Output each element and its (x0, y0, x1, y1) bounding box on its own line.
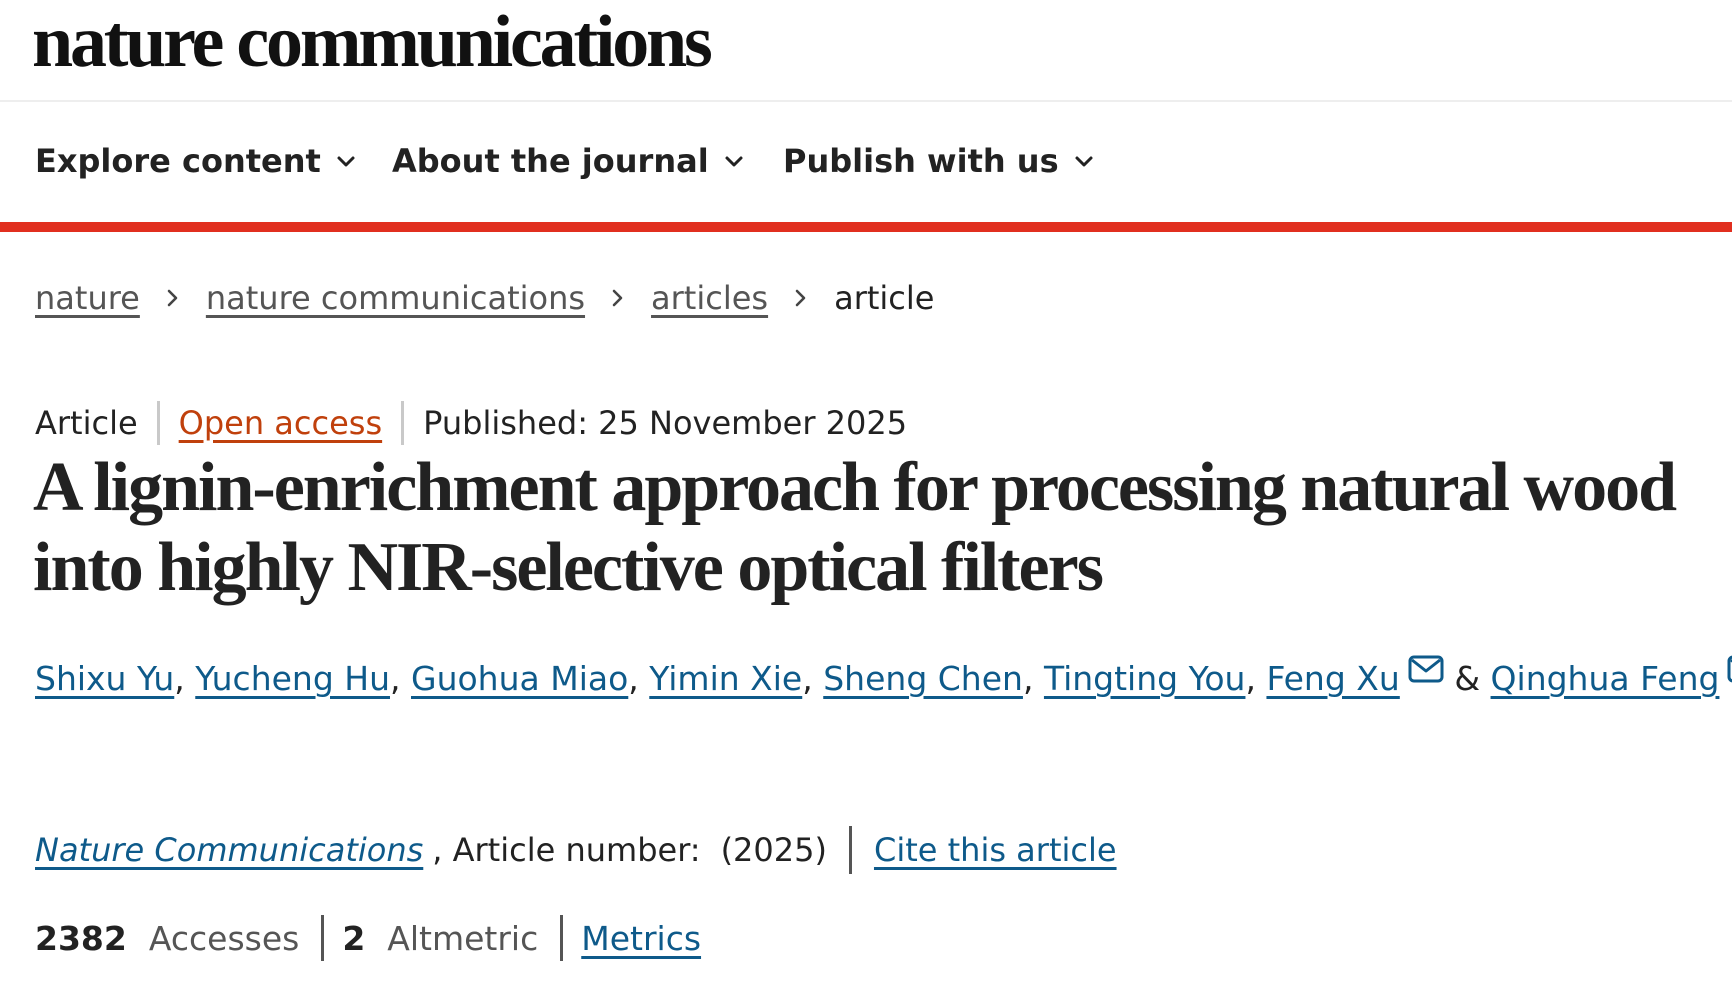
nav-about-journal[interactable]: About the journal (392, 142, 745, 180)
metrics-bar: 2382 Accesses 2 Altmetric Metrics (35, 915, 701, 961)
masthead: nature communications (0, 0, 1732, 102)
nav-publish-with-us[interactable]: Publish with us (783, 142, 1095, 180)
article-meta: Article Open access Published: 25 Novemb… (35, 401, 907, 445)
author-separator: , (802, 659, 813, 698)
citation-line: Nature Communications , Article number: … (35, 826, 1117, 874)
breadcrumb: nature nature communications articles ar… (35, 279, 934, 317)
article-title: A lignin-enrichment approach for process… (33, 449, 1677, 606)
author-link[interactable]: Feng Xu (1266, 659, 1399, 698)
author-separator: , (174, 659, 185, 698)
breadcrumb-current: article (834, 279, 935, 317)
meta-divider (156, 401, 160, 445)
chevron-down-icon (1075, 156, 1093, 167)
author-separator: , (390, 659, 401, 698)
envelope-icon[interactable] (1727, 654, 1732, 684)
citation-divider (848, 826, 852, 874)
published-date: Published: 25 November 2025 (423, 404, 908, 442)
chevron-right-icon (612, 289, 623, 307)
article-number-label: , Article number: (432, 831, 701, 869)
nav-explore-content-label: Explore content (35, 142, 321, 180)
chevron-right-icon (795, 289, 806, 307)
breadcrumb-link-nature[interactable]: nature (35, 279, 140, 317)
nav-about-journal-label: About the journal (392, 142, 709, 180)
article-type: Article (35, 404, 138, 442)
altmetric-count: 2 (342, 918, 366, 958)
metrics-divider (560, 915, 564, 961)
accesses-label: Accesses (148, 918, 300, 958)
envelope-icon[interactable] (1408, 654, 1444, 684)
author-separator: , (1245, 659, 1256, 698)
author-ampersand: & (1454, 659, 1481, 698)
author-separator: , (628, 659, 639, 698)
author-link[interactable]: Tingting You (1044, 659, 1246, 698)
accesses-count: 2382 (35, 918, 127, 958)
breadcrumb-link-articles[interactable]: articles (651, 279, 768, 317)
author-separator: , (1022, 659, 1034, 698)
chevron-right-icon (167, 289, 178, 307)
journal-logo[interactable]: nature communications (32, 0, 713, 87)
author-link[interactable]: Sheng Chen (823, 659, 1023, 698)
author-link[interactable]: Qinghua Feng (1491, 659, 1720, 698)
article-year: (2025) (720, 831, 827, 869)
nav-explore-content[interactable]: Explore content (35, 142, 357, 180)
chevron-down-icon (725, 156, 743, 167)
open-access-link[interactable]: Open access (179, 404, 382, 442)
breadcrumb-link-journal[interactable]: nature communications (206, 279, 585, 317)
main-nav: Explore content About the journal Publis… (0, 102, 1732, 224)
meta-divider (401, 401, 405, 445)
chevron-down-icon (337, 156, 355, 167)
cite-article-link[interactable]: Cite this article (874, 831, 1117, 869)
metrics-divider (321, 915, 325, 961)
author-link[interactable]: Yucheng Hu (195, 659, 390, 698)
journal-name-link[interactable]: Nature Communications (35, 831, 423, 869)
altmetric-label: Altmetric (387, 918, 539, 958)
author-link[interactable]: Yimin Xie (649, 659, 802, 698)
metrics-link[interactable]: Metrics (581, 919, 701, 958)
author-link[interactable]: Shixu Yu (35, 659, 174, 698)
author-link[interactable]: Guohua Miao (411, 659, 628, 698)
accent-rule (0, 222, 1732, 232)
nav-publish-with-us-label: Publish with us (783, 142, 1059, 180)
author-list: Shixu Yu, Yucheng Hu, Guohua Miao, Yimin… (35, 654, 1732, 698)
